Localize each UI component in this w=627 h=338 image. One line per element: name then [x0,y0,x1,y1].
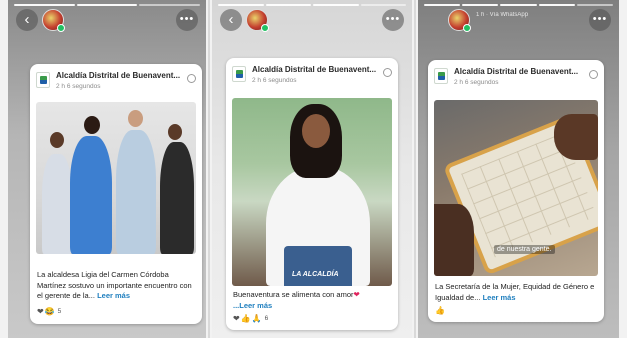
post-time: 2 h 6 segundos [252,77,297,84]
channel-post-card[interactable]: Alcaldía Distrital de Buenavent... 2 h 6… [428,60,604,322]
online-status-dot [261,24,269,32]
hand-figure [434,204,474,276]
channel-logo-icon [434,68,448,84]
story-panel-3[interactable]: 1 h · Vía WhatsApp ••• Alcaldía Distrita… [418,0,619,338]
read-more-link[interactable]: ...Leer más [233,301,272,310]
person-figure [116,130,156,254]
card-menu-icon[interactable] [589,70,598,79]
read-more-link[interactable]: Leer más [97,291,130,300]
panel-divider [208,0,210,338]
back-arrow-icon[interactable]: ‹ [16,9,38,31]
post-caption: La alcaldesa Ligia del Carmen Córdoba Ma… [37,270,195,302]
post-caption: La Secretaría de la Mujer, Equidad de Gé… [435,282,597,303]
avatar[interactable] [448,9,471,32]
reactions-bar[interactable]: ❤ 😂 5 [37,307,61,316]
caption-text: Buenaventura se alimenta con amor [233,290,354,299]
panel-divider [414,0,416,338]
story-progress-bar [218,4,406,6]
more-options-icon[interactable]: ••• [382,9,404,31]
person-figure [70,136,112,254]
person-head [128,110,143,127]
person-figure [160,142,194,254]
post-time: 2 h 6 segundos [454,79,499,86]
thumbs-up-reaction-icon: 👍 [435,306,445,315]
pray-reaction-icon: 🙏 [251,314,262,323]
person-jeans [284,246,352,286]
post-time: 2 h 6 segundos [56,83,101,90]
person-head [168,124,182,140]
person-head [84,116,100,134]
online-status-dot [463,24,471,32]
read-more-link[interactable]: Leer más [483,293,516,302]
heart-reaction-icon: ❤ [37,307,44,316]
card-menu-icon[interactable] [383,68,392,77]
story-progress-bar [424,4,614,6]
story-header-meta: 1 h · Vía WhatsApp [476,12,529,18]
post-caption: Buenaventura se alimenta con amor❤ ...Le… [233,290,391,311]
person-head [302,114,330,148]
reaction-count: 6 [264,315,269,322]
reactions-bar[interactable]: ❤ 👍 🙏 6 [233,314,268,323]
laugh-reaction-icon: 😂 [44,307,55,316]
more-options-icon[interactable]: ••• [176,9,198,31]
post-photo[interactable]: LA ALCALDÍA [232,98,392,286]
card-header: Alcaldía Distrital de Buenavent... 2 h 6… [30,64,202,98]
channel-post-card[interactable]: Alcaldía Distrital de Buenavent... 2 h 6… [226,58,398,330]
overlay-text: LA ALCALDÍA [292,271,339,278]
hand-figure [554,114,598,160]
back-arrow-icon[interactable]: ‹ [220,9,242,31]
avatar[interactable] [42,9,65,32]
more-options-icon[interactable]: ••• [589,9,611,31]
card-menu-icon[interactable] [187,74,196,83]
overlay-text: de nuestra gente. [494,245,555,254]
channel-name[interactable]: Alcaldía Distrital de Buenavent... [56,71,180,80]
channel-name[interactable]: Alcaldía Distrital de Buenavent... [454,67,578,76]
thumbs-up-reaction-icon: 👍 [240,314,251,323]
online-status-dot [57,24,65,32]
reaction-count: 5 [57,308,62,315]
post-photo[interactable] [36,102,196,254]
person-head [50,132,64,148]
story-panel-1[interactable]: ‹ ••• Alcaldía Distrital de Buenavent...… [8,0,206,338]
card-header: Alcaldía Distrital de Buenavent... 2 h 6… [226,58,398,92]
story-progress-bar [14,4,201,6]
channel-name[interactable]: Alcaldía Distrital de Buenavent... [252,65,376,74]
channel-post-card[interactable]: Alcaldía Distrital de Buenavent... 2 h 6… [30,64,202,324]
card-header: Alcaldía Distrital de Buenavent... 2 h 6… [428,60,604,94]
avatar[interactable] [246,9,269,32]
heart-reaction-icon: ❤ [233,314,240,323]
channel-logo-icon [232,66,246,82]
person-figure [42,154,72,254]
channel-logo-icon [36,72,50,88]
reactions-bar[interactable]: 👍 [435,306,448,315]
story-panel-2[interactable]: ‹ ••• Alcaldía Distrital de Buenavent...… [212,0,412,338]
heart-emoji: ❤ [353,290,360,299]
post-photo[interactable]: de nuestra gente. [434,100,598,276]
